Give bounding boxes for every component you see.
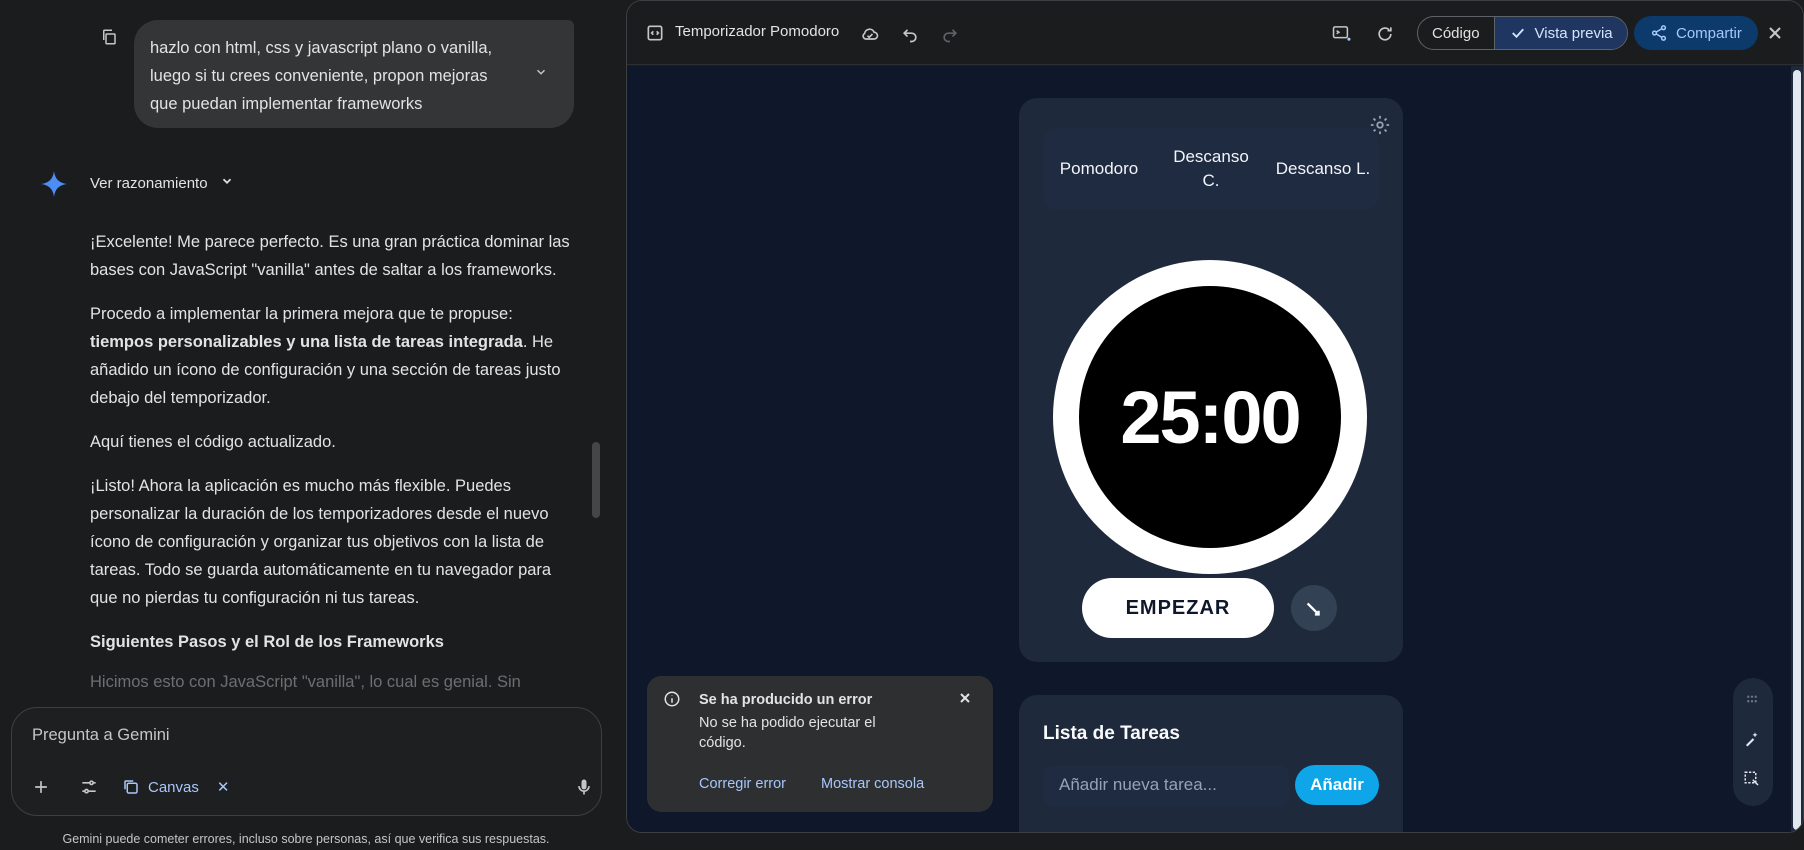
show-reasoning-toggle[interactable]: Ver razonamiento — [90, 174, 234, 192]
show-console-link[interactable]: Mostrar consola — [821, 776, 924, 792]
response-heading: Siguientes Pasos y el Rol de los Framewo… — [90, 633, 444, 651]
check-icon — [1511, 28, 1524, 39]
chat-scrollbar[interactable] — [592, 442, 600, 518]
undo-icon[interactable] — [899, 23, 921, 45]
start-button[interactable]: EMPEZAR — [1082, 578, 1274, 638]
preview-tab[interactable]: Vista previa — [1493, 17, 1627, 49]
error-message: No se ha podido ejecutar el código. — [699, 715, 876, 751]
redo-icon[interactable] — [939, 23, 961, 45]
canvas-chip-label: Canvas — [148, 778, 199, 796]
timer-card: Pomodoro Descanso C. Descanso L. 25:00 E… — [1019, 98, 1403, 662]
close-icon[interactable] — [1765, 23, 1785, 43]
tasks-card: Lista de Tareas Añadir nueva tarea... Añ… — [1019, 695, 1403, 832]
mode-tab-pomodoro[interactable]: Pomodoro — [1043, 128, 1155, 210]
chat-panel: hazlo con html, css y javascript plano o… — [0, 0, 626, 850]
magic-edit-icon[interactable] — [1743, 730, 1763, 750]
response-paragraph: ¡Listo! Ahora la aplicación es mucho más… — [90, 477, 552, 607]
fix-error-link[interactable]: Corregir error — [699, 776, 786, 792]
close-icon[interactable] — [957, 690, 975, 708]
timer-ring: 25:00 — [1053, 260, 1367, 574]
add-icon[interactable] — [28, 774, 54, 800]
console-icon[interactable] — [1329, 21, 1355, 45]
model-response: ¡Excelente! Me parece perfecto. Es una g… — [90, 228, 570, 710]
code-tab-label: Código — [1432, 24, 1480, 42]
mode-tabs: Pomodoro Descanso C. Descanso L. — [1043, 128, 1379, 210]
chevron-down-icon[interactable] — [534, 60, 548, 75]
floating-toolbar — [1733, 678, 1773, 806]
response-bold-text: tiempos personalizables y una lista de t… — [90, 333, 523, 351]
canvas-panel: Temporizador Pomodoro Código Vista previ… — [626, 0, 1804, 833]
close-icon[interactable]: ✕ — [217, 778, 230, 796]
response-paragraph: ¡Excelente! Me parece perfecto. Es una g… — [90, 233, 570, 279]
share-icon — [1651, 25, 1667, 41]
preview-scroll-thumb[interactable] — [1793, 70, 1801, 830]
mode-tab-short-break[interactable]: Descanso C. — [1155, 128, 1267, 210]
user-message: hazlo con html, css y javascript plano o… — [134, 20, 574, 128]
canvas-toolbar: Temporizador Pomodoro Código Vista previ… — [627, 1, 1803, 65]
select-region-icon[interactable] — [1743, 770, 1763, 790]
reset-icon — [1306, 602, 1320, 616]
microphone-icon[interactable] — [571, 774, 597, 800]
cloud-save-icon[interactable] — [859, 23, 881, 45]
canvas-title: Temporizador Pomodoro — [675, 23, 840, 40]
error-title: Se ha producido un error — [699, 692, 873, 708]
refresh-icon[interactable] — [1374, 23, 1396, 45]
view-toggle[interactable]: Código Vista previa — [1417, 16, 1628, 50]
info-icon — [663, 690, 683, 710]
code-file-icon — [645, 23, 665, 43]
timer-display: 25:00 — [1079, 286, 1341, 548]
user-message-text: hazlo con html, css y javascript plano o… — [150, 39, 493, 113]
app-preview: Pomodoro Descanso C. Descanso L. 25:00 E… — [627, 66, 1803, 832]
response-paragraph: Procedo a implementar la primera mejora … — [90, 300, 570, 412]
tools-icon[interactable] — [76, 774, 102, 800]
prompt-composer[interactable]: Pregunta a Gemini Canvas ✕ — [11, 707, 602, 816]
preview-scrollbar[interactable] — [1791, 66, 1803, 832]
drag-handle-icon[interactable] — [1743, 690, 1763, 710]
chevron-down-icon — [220, 174, 234, 192]
tasks-title: Lista de Tareas — [1043, 723, 1180, 744]
share-button[interactable]: Compartir — [1634, 16, 1758, 50]
response-paragraph: Aquí tienes el código actualizado. — [90, 433, 336, 451]
reset-button[interactable] — [1291, 585, 1337, 631]
mode-tab-long-break[interactable]: Descanso L. — [1267, 128, 1379, 210]
copy-icon[interactable] — [100, 28, 120, 50]
gemini-spark-icon — [40, 170, 68, 198]
share-label: Compartir — [1676, 24, 1742, 42]
reasoning-label: Ver razonamiento — [90, 174, 208, 192]
error-toast: Se ha producido un error No se ha podido… — [647, 676, 993, 812]
preview-tab-label: Vista previa — [1534, 24, 1613, 42]
code-tab[interactable]: Código — [1418, 17, 1494, 49]
add-task-button[interactable]: Añadir — [1295, 765, 1379, 805]
disclaimer: Gemini puede cometer errores, incluso so… — [62, 832, 550, 846]
new-task-input[interactable]: Añadir nueva tarea... — [1043, 765, 1289, 807]
response-text: Procedo a implementar la primera mejora … — [90, 305, 513, 323]
prompt-input[interactable]: Pregunta a Gemini — [32, 726, 170, 745]
canvas-chip[interactable]: Canvas ✕ — [122, 774, 229, 800]
